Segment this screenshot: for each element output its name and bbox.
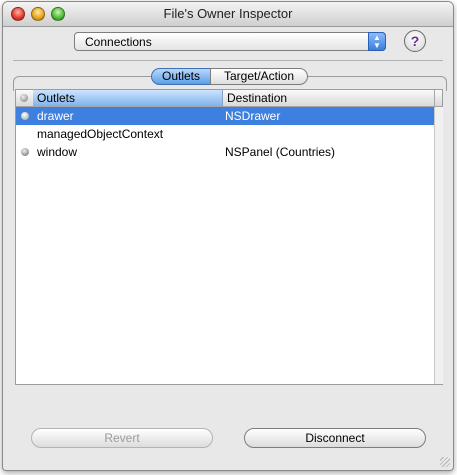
- column-header-outlets[interactable]: Outlets: [33, 90, 223, 106]
- outlet-name: window: [37, 145, 78, 159]
- table-header: Outlets Destination: [16, 90, 442, 107]
- help-button[interactable]: ?: [404, 30, 426, 52]
- vertical-scrollbar[interactable]: [434, 107, 443, 384]
- header-divider: [434, 90, 435, 106]
- outlet-destination: NSDrawer: [225, 109, 281, 123]
- outlet-destination: NSPanel (Countries): [225, 145, 336, 159]
- column-header-destination[interactable]: Destination: [225, 90, 287, 106]
- divider: [13, 60, 443, 61]
- inspector-window: File's Owner Inspector Connections ▲ ▼ ? …: [2, 1, 454, 471]
- table-row[interactable]: window NSPanel (Countries): [16, 143, 434, 161]
- inspector-mode-popup[interactable]: Connections ▲ ▼: [74, 32, 386, 51]
- outlet-name: managedObjectContext: [37, 127, 164, 141]
- tab-target-action[interactable]: Target/Action: [210, 68, 308, 85]
- updown-arrows-icon: ▲ ▼: [368, 32, 386, 51]
- revert-button[interactable]: Revert: [31, 428, 213, 448]
- connected-indicator-icon: [21, 148, 29, 156]
- connected-indicator-icon: [21, 112, 29, 120]
- tab-outlets[interactable]: Outlets: [151, 68, 211, 85]
- title-bar[interactable]: File's Owner Inspector: [3, 2, 453, 27]
- outlet-name: drawer: [37, 109, 74, 123]
- popup-selected-value: Connections: [85, 35, 152, 49]
- disconnect-button[interactable]: Disconnect: [244, 428, 426, 448]
- table-row[interactable]: drawer NSDrawer: [16, 107, 434, 125]
- outlets-table: Outlets Destination drawer NSDrawer mana…: [15, 89, 443, 385]
- window-title: File's Owner Inspector: [163, 6, 293, 21]
- resize-grip-icon[interactable]: [440, 457, 450, 467]
- table-row[interactable]: managedObjectContext: [16, 125, 434, 143]
- connection-indicator-icon: [20, 94, 28, 102]
